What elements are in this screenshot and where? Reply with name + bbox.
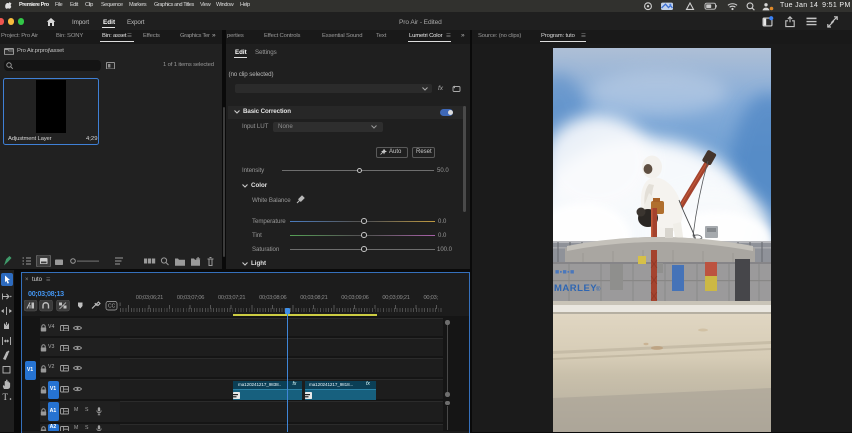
svg-text:CC: CC	[108, 303, 116, 309]
svg-text:T: T	[3, 392, 9, 401]
svg-text:®: ®	[596, 286, 601, 293]
svg-text:■▪■▪■: ■▪■▪■	[555, 269, 575, 276]
svg-text:MARLEY: MARLEY	[554, 283, 597, 294]
